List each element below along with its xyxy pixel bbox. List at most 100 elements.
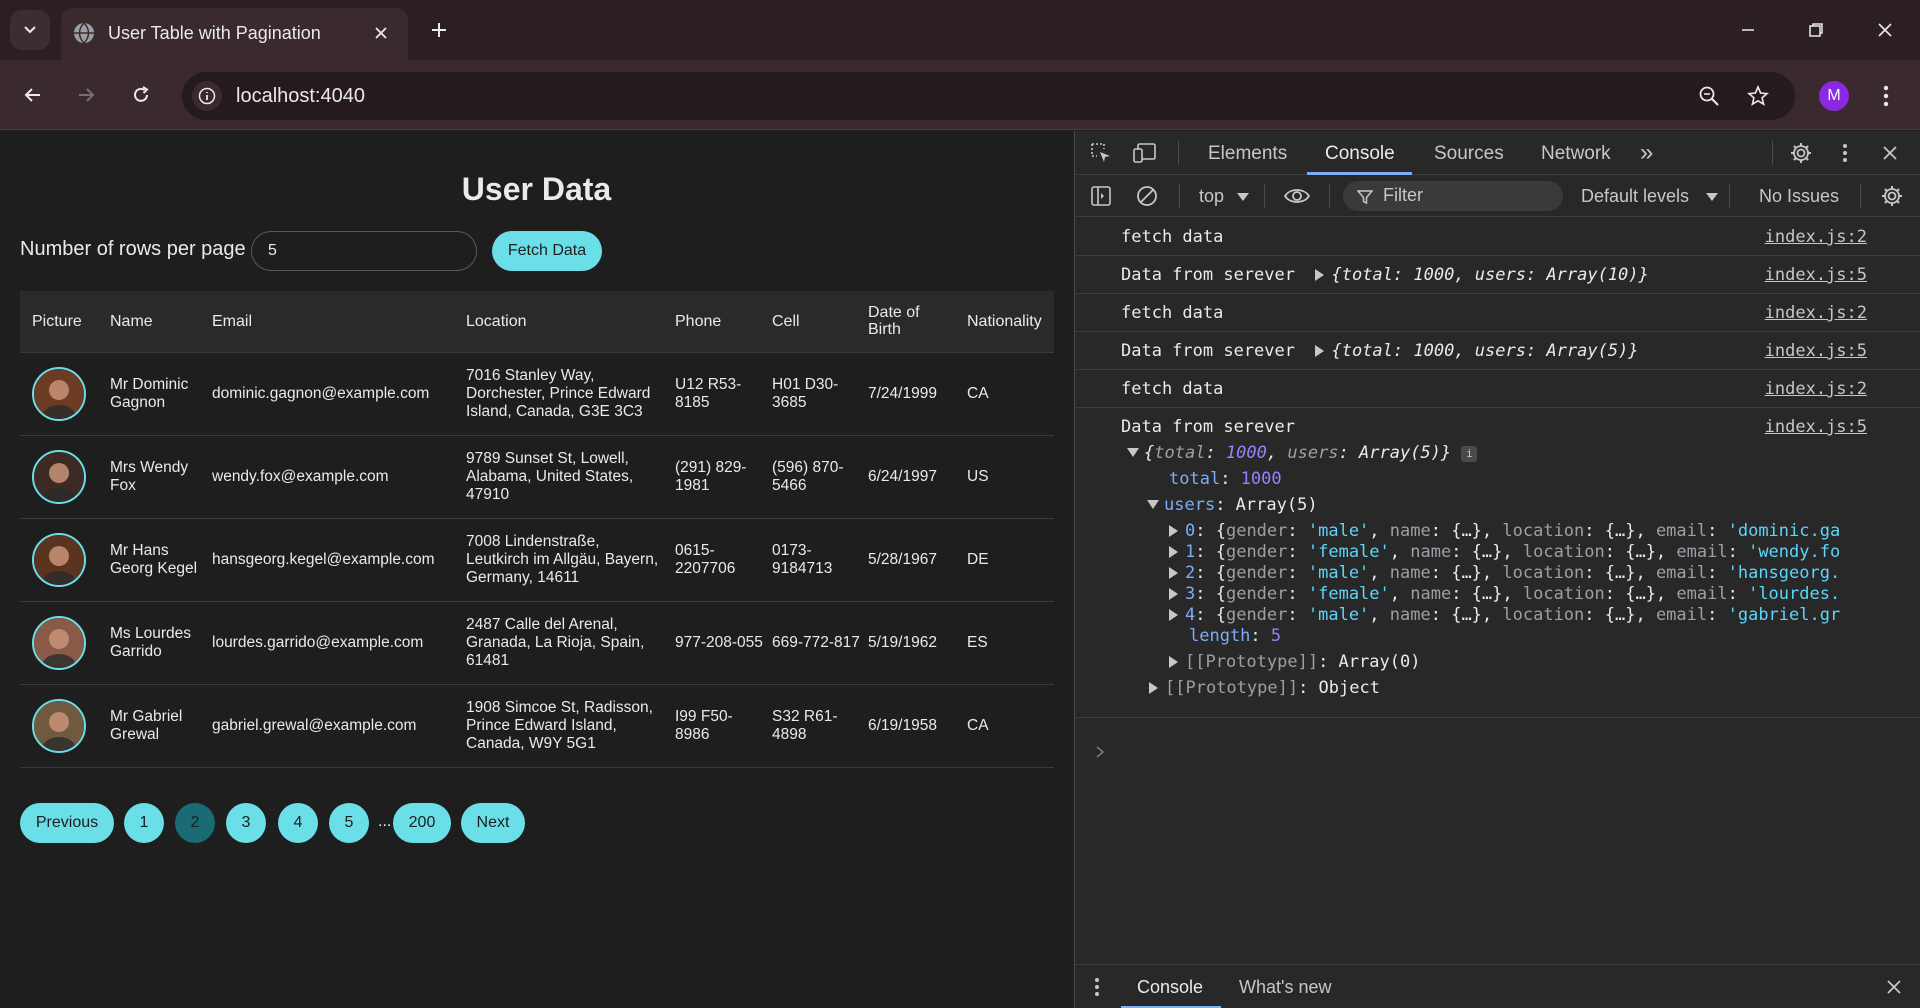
expand-triangle-icon[interactable] [1169, 588, 1178, 600]
drawer-menu-button[interactable] [1083, 973, 1111, 1001]
page-5-button[interactable]: 5 [329, 803, 369, 843]
browser-tab[interactable]: User Table with Pagination [61, 8, 408, 60]
cell-dob: 5/28/1967 [868, 551, 937, 568]
rows-per-page-input[interactable] [251, 231, 477, 271]
separator [1860, 184, 1861, 208]
expand-triangle-icon[interactable] [1169, 525, 1178, 537]
cell-location: 2487 Calle del Arenal, Granada, La Rioja… [466, 616, 645, 669]
log-source-link[interactable]: index.js:5 [1765, 417, 1867, 437]
cell-cell: (596) 870-5466 [772, 459, 844, 494]
log-message: Data from serever {total: 1000, users: A… [1121, 341, 1639, 361]
next-button[interactable]: Next [461, 803, 525, 843]
site-info-button[interactable] [192, 81, 222, 111]
avatar [32, 616, 86, 670]
expand-triangle-icon[interactable] [1169, 567, 1178, 579]
array-item[interactable]: 3: {gender: 'female', name: {…}, locatio… [1169, 584, 1909, 604]
device-toolbar-button[interactable] [1131, 139, 1159, 167]
info-icon[interactable]: i [1461, 446, 1478, 462]
tab-close-button[interactable] [368, 20, 394, 46]
context-selector[interactable]: top [1199, 186, 1224, 207]
prop-prototype-array[interactable]: [[Prototype]]: Array(0) [1169, 652, 1420, 672]
log-source-link[interactable]: index.js:2 [1765, 303, 1867, 323]
fetch-data-button[interactable]: Fetch Data [492, 231, 602, 271]
collapse-triangle-icon[interactable] [1147, 500, 1159, 509]
profile-avatar[interactable]: M [1819, 81, 1849, 111]
log-source-link[interactable]: index.js:2 [1765, 227, 1867, 247]
page-title: User Data [461, 171, 612, 207]
cell-location: 7016 Stanley Way, Dorchester, Prince Edw… [466, 367, 651, 420]
more-vert-icon [1883, 85, 1889, 107]
log-source-link[interactable]: index.js:2 [1765, 379, 1867, 399]
collapse-triangle-icon[interactable] [1127, 448, 1139, 457]
cell-name: Ms Lourdes Garrido [110, 625, 191, 660]
console-prompt-icon[interactable] [1095, 745, 1105, 759]
array-item[interactable]: 4: {gender: 'male', name: {…}, location:… [1169, 605, 1909, 625]
expand-triangle-icon[interactable] [1315, 269, 1325, 281]
close-drawer-button[interactable] [1880, 973, 1908, 1001]
page-2-button[interactable]: 2 [175, 803, 215, 843]
restore-button[interactable] [1796, 12, 1836, 48]
back-button[interactable] [15, 77, 51, 113]
live-expression-button[interactable] [1283, 182, 1311, 210]
cell-dob: 7/24/1999 [868, 385, 937, 402]
drawer-tab-console[interactable]: Console [1137, 977, 1203, 998]
cell-location: 9789 Sunset St, Lowell, Alabama, United … [466, 450, 634, 503]
prop-value: 5 [1270, 626, 1282, 646]
issues-counter[interactable]: No Issues [1759, 186, 1839, 207]
page-3-button[interactable]: 3 [226, 803, 266, 843]
tab-console[interactable]: Console [1325, 143, 1395, 165]
previous-button[interactable]: Previous [20, 803, 114, 843]
log-message: Data from serever [1121, 417, 1295, 437]
page-200-button[interactable]: 200 [393, 803, 451, 843]
log-source-link[interactable]: index.js:5 [1765, 341, 1867, 361]
item-index: 3 [1185, 584, 1196, 604]
log-levels-dropdown[interactable]: Default levels [1581, 186, 1689, 207]
bookmark-button[interactable] [1744, 82, 1772, 110]
page-4-button[interactable]: 4 [278, 803, 318, 843]
new-tab-button[interactable] [424, 15, 454, 45]
sidebar-toggle-button[interactable] [1087, 182, 1115, 210]
expand-triangle-icon[interactable] [1149, 682, 1158, 694]
prop-prototype-object[interactable]: [[Prototype]]: Object [1149, 678, 1380, 698]
object-preview[interactable]: {total: 1000, users: Array(10)} [1331, 265, 1648, 285]
console-settings-button[interactable] [1878, 182, 1906, 210]
close-icon [1887, 980, 1901, 994]
tab-network[interactable]: Network [1541, 143, 1611, 165]
devtools-settings-button[interactable] [1787, 139, 1815, 167]
forward-button[interactable] [68, 77, 104, 113]
array-item[interactable]: 0: {gender: 'male', name: {…}, location:… [1169, 521, 1909, 541]
log-source-link[interactable]: index.js:5 [1765, 265, 1867, 285]
prop-key: [[Prototype]] [1165, 678, 1299, 698]
zoom-button[interactable] [1695, 82, 1723, 110]
cell-nat: ES [967, 634, 988, 651]
inspect-element-button[interactable] [1087, 139, 1115, 167]
address-bar[interactable]: localhost:4040 [182, 72, 1795, 120]
object-summary[interactable]: {total: 1000, users: Array(5)} i [1127, 443, 1478, 463]
expand-triangle-icon[interactable] [1169, 546, 1178, 558]
object-preview[interactable]: {total: 1000, users: Array(5)} [1331, 341, 1638, 361]
reload-button[interactable] [123, 77, 159, 113]
close-icon [1878, 23, 1892, 37]
expand-triangle-icon[interactable] [1169, 656, 1178, 668]
minimize-button[interactable] [1728, 12, 1768, 48]
tab-elements[interactable]: Elements [1208, 143, 1287, 165]
devtools-menu-button[interactable] [1831, 139, 1859, 167]
column-header-dob: Date of Birth [868, 304, 920, 338]
cell-email: gabriel.grewal@example.com [212, 717, 417, 734]
expand-triangle-icon[interactable] [1315, 345, 1325, 357]
clear-console-button[interactable] [1133, 182, 1161, 210]
expand-triangle-icon[interactable] [1169, 609, 1178, 621]
array-item[interactable]: 2: {gender: 'male', name: {…}, location:… [1169, 563, 1909, 583]
close-window-button[interactable] [1865, 12, 1905, 48]
close-devtools-button[interactable] [1876, 139, 1904, 167]
array-item[interactable]: 1: {gender: 'female', name: {…}, locatio… [1169, 542, 1909, 562]
console-log-entry: fetch data index.js:2 [1075, 218, 1920, 256]
more-tabs-button[interactable]: » [1640, 139, 1653, 167]
console-filter-input[interactable]: Filter [1343, 181, 1563, 211]
page-1-button[interactable]: 1 [124, 803, 164, 843]
browser-menu-button[interactable] [1874, 79, 1898, 113]
tab-search-button[interactable] [10, 10, 50, 50]
prop-users[interactable]: users: Array(5) [1147, 495, 1318, 515]
tab-sources[interactable]: Sources [1434, 143, 1504, 165]
drawer-tab-whats-new[interactable]: What's new [1239, 977, 1331, 998]
